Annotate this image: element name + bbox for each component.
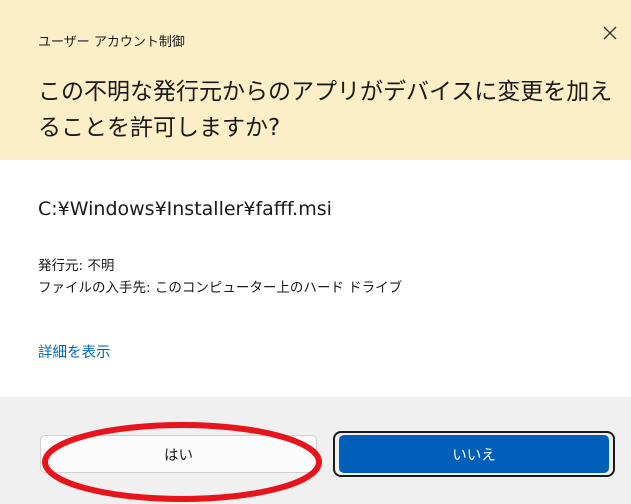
publisher-line: 発行元: 不明 <box>38 258 115 274</box>
no-button[interactable]: いいえ <box>339 435 609 473</box>
yes-button[interactable]: はい <box>40 435 317 473</box>
uac-dialog: ユーザー アカウント制御 この不明な発行元からのアプリがデバイスに変更を加えるこ… <box>0 0 631 504</box>
publisher-info: 発行元: 不明 ファイルの入手先: このコンピューター上のハード ドライブ <box>38 255 402 299</box>
dialog-header: ユーザー アカウント制御 この不明な発行元からのアプリがデバイスに変更を加えるこ… <box>0 0 631 160</box>
close-button[interactable] <box>597 20 623 46</box>
dialog-question: この不明な発行元からのアプリがデバイスに変更を加えることを許可しますか? <box>38 79 613 141</box>
file-path: C:¥Windows¥Installer¥fafff.msi <box>38 198 332 220</box>
close-icon <box>603 26 617 40</box>
source-line: ファイルの入手先: このコンピューター上のハード ドライブ <box>38 280 403 296</box>
dialog-title: ユーザー アカウント制御 <box>38 35 185 50</box>
show-details-link[interactable]: 詳細を表示 <box>38 341 111 362</box>
